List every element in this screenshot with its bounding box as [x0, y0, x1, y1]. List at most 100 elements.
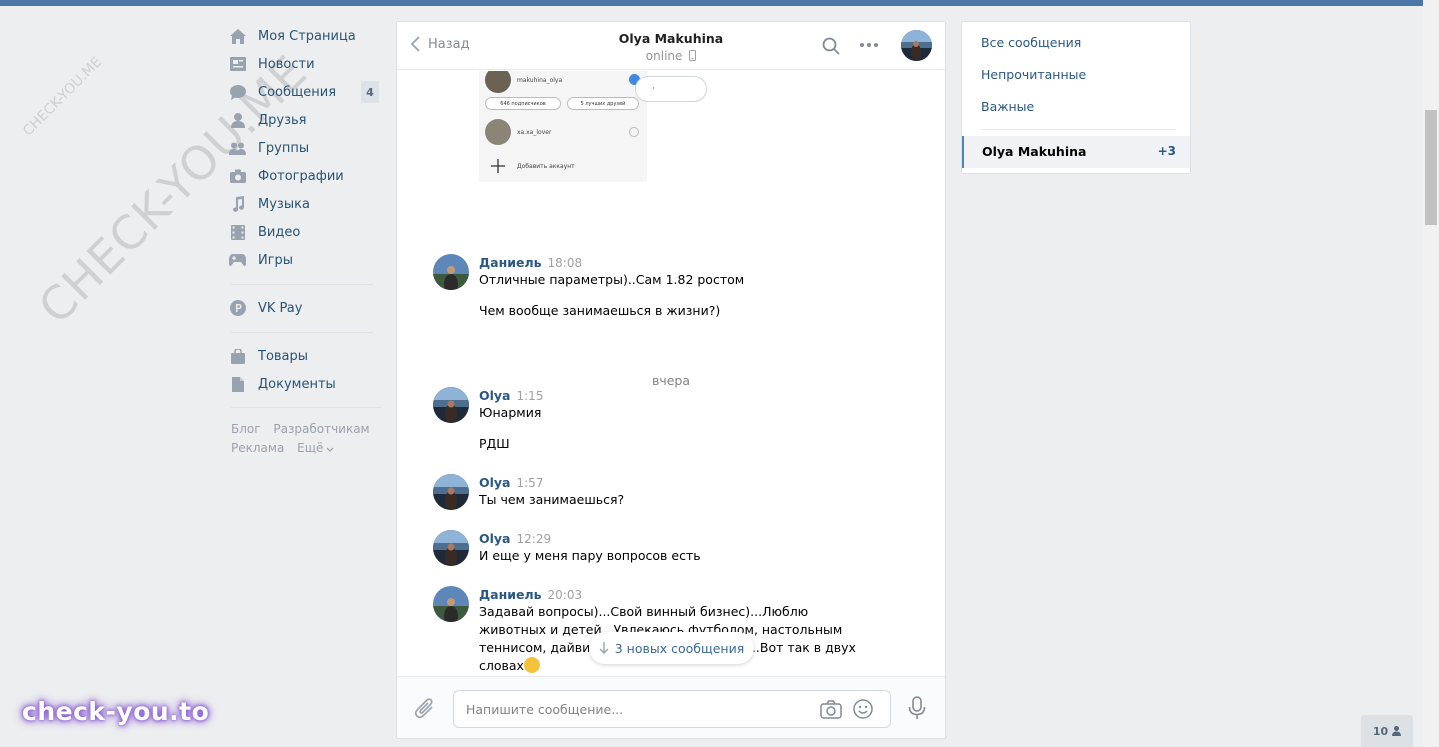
sidebar-item-news[interactable]: Новости	[229, 50, 381, 78]
sidebar-item-groups[interactable]: Группы	[229, 134, 381, 162]
sidebar-item-label: VK Pay	[258, 300, 303, 316]
voice-message-button[interactable]	[908, 696, 926, 724]
sidebar-item-label: Сообщения	[258, 84, 337, 100]
sidebar-item-music[interactable]: Музыка	[229, 190, 381, 218]
home-icon	[229, 28, 246, 45]
top-bar	[0, 0, 1423, 6]
screenshot-account-row: makuhina_olya	[485, 71, 562, 93]
music-icon	[229, 196, 246, 213]
sidebar-item-documents[interactable]: Документы	[229, 370, 381, 398]
day-separator: вчера	[651, 373, 691, 388]
online-friends-button[interactable]: 10	[1361, 715, 1413, 747]
footer-link-ads[interactable]: Реклама	[231, 441, 284, 455]
filter-all-messages[interactable]: Все сообщения	[981, 35, 1081, 50]
message-input[interactable]	[466, 699, 806, 719]
avatar[interactable]	[433, 387, 469, 423]
peer-status: online	[397, 49, 945, 63]
scrollbar-thumb[interactable]	[1425, 110, 1437, 225]
message-author[interactable]: Olya	[479, 531, 511, 546]
mobile-icon	[689, 50, 697, 61]
footer-link-blog[interactable]: Блог	[231, 422, 261, 436]
message-time[interactable]: 1:15	[517, 389, 544, 403]
more-dot	[867, 43, 871, 47]
sidebar-item-vkpay[interactable]: VK Pay	[229, 294, 381, 322]
attached-screenshot[interactable]: makuhina_olya 646 подписчиков 5 лучших д…	[479, 71, 647, 182]
online-friends-count: 10	[1372, 724, 1389, 738]
sidebar-divider	[231, 284, 373, 285]
emoji-button[interactable]	[853, 699, 873, 723]
messages-icon	[229, 84, 246, 101]
message-time[interactable]: 1:57	[517, 476, 544, 490]
sidebar-item-video[interactable]: Видео	[229, 218, 381, 246]
sidebar-item-messages[interactable]: Сообщения 4	[229, 78, 381, 106]
groups-icon	[229, 140, 246, 157]
message-time[interactable]: 18:08	[548, 256, 583, 270]
peer-avatar[interactable]	[901, 30, 932, 61]
screenshot-bubble: ·	[635, 76, 707, 102]
messages-count-badge: 4	[361, 81, 379, 103]
avatar-image	[433, 474, 469, 510]
avatar-image	[433, 586, 469, 622]
peer-status-text: online	[645, 49, 683, 63]
message-time[interactable]: 12:29	[517, 532, 552, 546]
message-author[interactable]: Даниель	[479, 255, 542, 270]
document-icon	[229, 376, 246, 393]
sidebar-item-photos[interactable]: Фотографии	[229, 162, 381, 190]
search-button[interactable]	[822, 37, 840, 59]
gamepad-icon	[229, 252, 246, 269]
sidebar-item-label: Игры	[258, 252, 294, 268]
paperclip-icon	[414, 698, 433, 719]
avatar	[485, 119, 511, 145]
message-author[interactable]: Даниель	[479, 587, 542, 602]
sidebar-item-my-page[interactable]: Моя Страница	[229, 22, 381, 50]
more-dot	[860, 43, 864, 47]
active-conversation-name: Olya Makuhina	[982, 144, 1087, 159]
avatar[interactable]	[433, 474, 469, 510]
footer-link-more[interactable]: Ещё	[297, 441, 334, 455]
filter-unread[interactable]: Непрочитанные	[981, 67, 1086, 82]
sidebar-item-label: Друзья	[258, 112, 307, 128]
new-messages-label: 3 новых сообщения	[614, 640, 745, 656]
message-history[interactable]: makuhina_olya 646 подписчиков 5 лучших д…	[397, 71, 945, 676]
plus-icon	[491, 159, 505, 173]
message-author[interactable]: Olya	[479, 388, 511, 403]
avatar[interactable]	[433, 586, 469, 622]
sidebar-item-games[interactable]: Игры	[229, 246, 381, 274]
sidebar-item-label: Музыка	[258, 196, 310, 212]
sidebar-item-goods[interactable]: Товары	[229, 342, 381, 370]
message-time[interactable]: 20:03	[548, 588, 583, 602]
video-icon	[229, 224, 246, 241]
vkpay-icon	[229, 300, 246, 317]
more-dot	[874, 43, 878, 47]
sidebar-item-label: Документы	[258, 376, 336, 392]
avatar	[485, 71, 511, 93]
attach-button[interactable]	[414, 697, 435, 723]
message-filters-panel: Все сообщения Непрочитанные Важные Olya …	[961, 21, 1191, 174]
footer-link-developers[interactable]: Разработчикам	[273, 422, 369, 436]
avatar-image	[433, 530, 469, 566]
message-text: Чем вообще занимаешься в жизни?)	[479, 303, 721, 318]
chat-header: Назад Olya Makuhina online	[397, 22, 945, 70]
avatar[interactable]	[433, 530, 469, 566]
screenshot-followers: 646 подписчиков	[485, 97, 561, 110]
sidebar-divider	[231, 332, 373, 333]
left-sidebar: Моя Страница Новости Сообщения 4 Друзья …	[229, 22, 381, 458]
chevron-down-icon	[326, 447, 334, 452]
sidebar-item-label: Моя Страница	[258, 28, 356, 44]
filter-important[interactable]: Важные	[981, 99, 1034, 114]
new-messages-button[interactable]: 3 новых сообщения	[589, 632, 754, 664]
avatar-image	[901, 30, 932, 61]
more-actions-button[interactable]	[860, 43, 878, 47]
attach-photo-button[interactable]	[820, 700, 842, 723]
bag-icon	[229, 348, 246, 365]
screenshot-username-2: xa.xa_lover	[517, 128, 552, 136]
page-scrollbar[interactable]	[1423, 0, 1439, 747]
message-author[interactable]: Olya	[479, 475, 511, 490]
avatar[interactable]	[433, 254, 469, 290]
sidebar-footer: Блог Разработчикам Реклама Ещё	[229, 420, 381, 458]
active-conversation[interactable]: Olya Makuhina +3	[962, 136, 1190, 168]
message-text: И еще у меня пару вопросов есть	[479, 548, 701, 563]
arrow-down-icon	[599, 642, 609, 654]
sidebar-item-friends[interactable]: Друзья	[229, 106, 381, 134]
watermark-small: CHECK-YOU.ME	[20, 54, 106, 140]
